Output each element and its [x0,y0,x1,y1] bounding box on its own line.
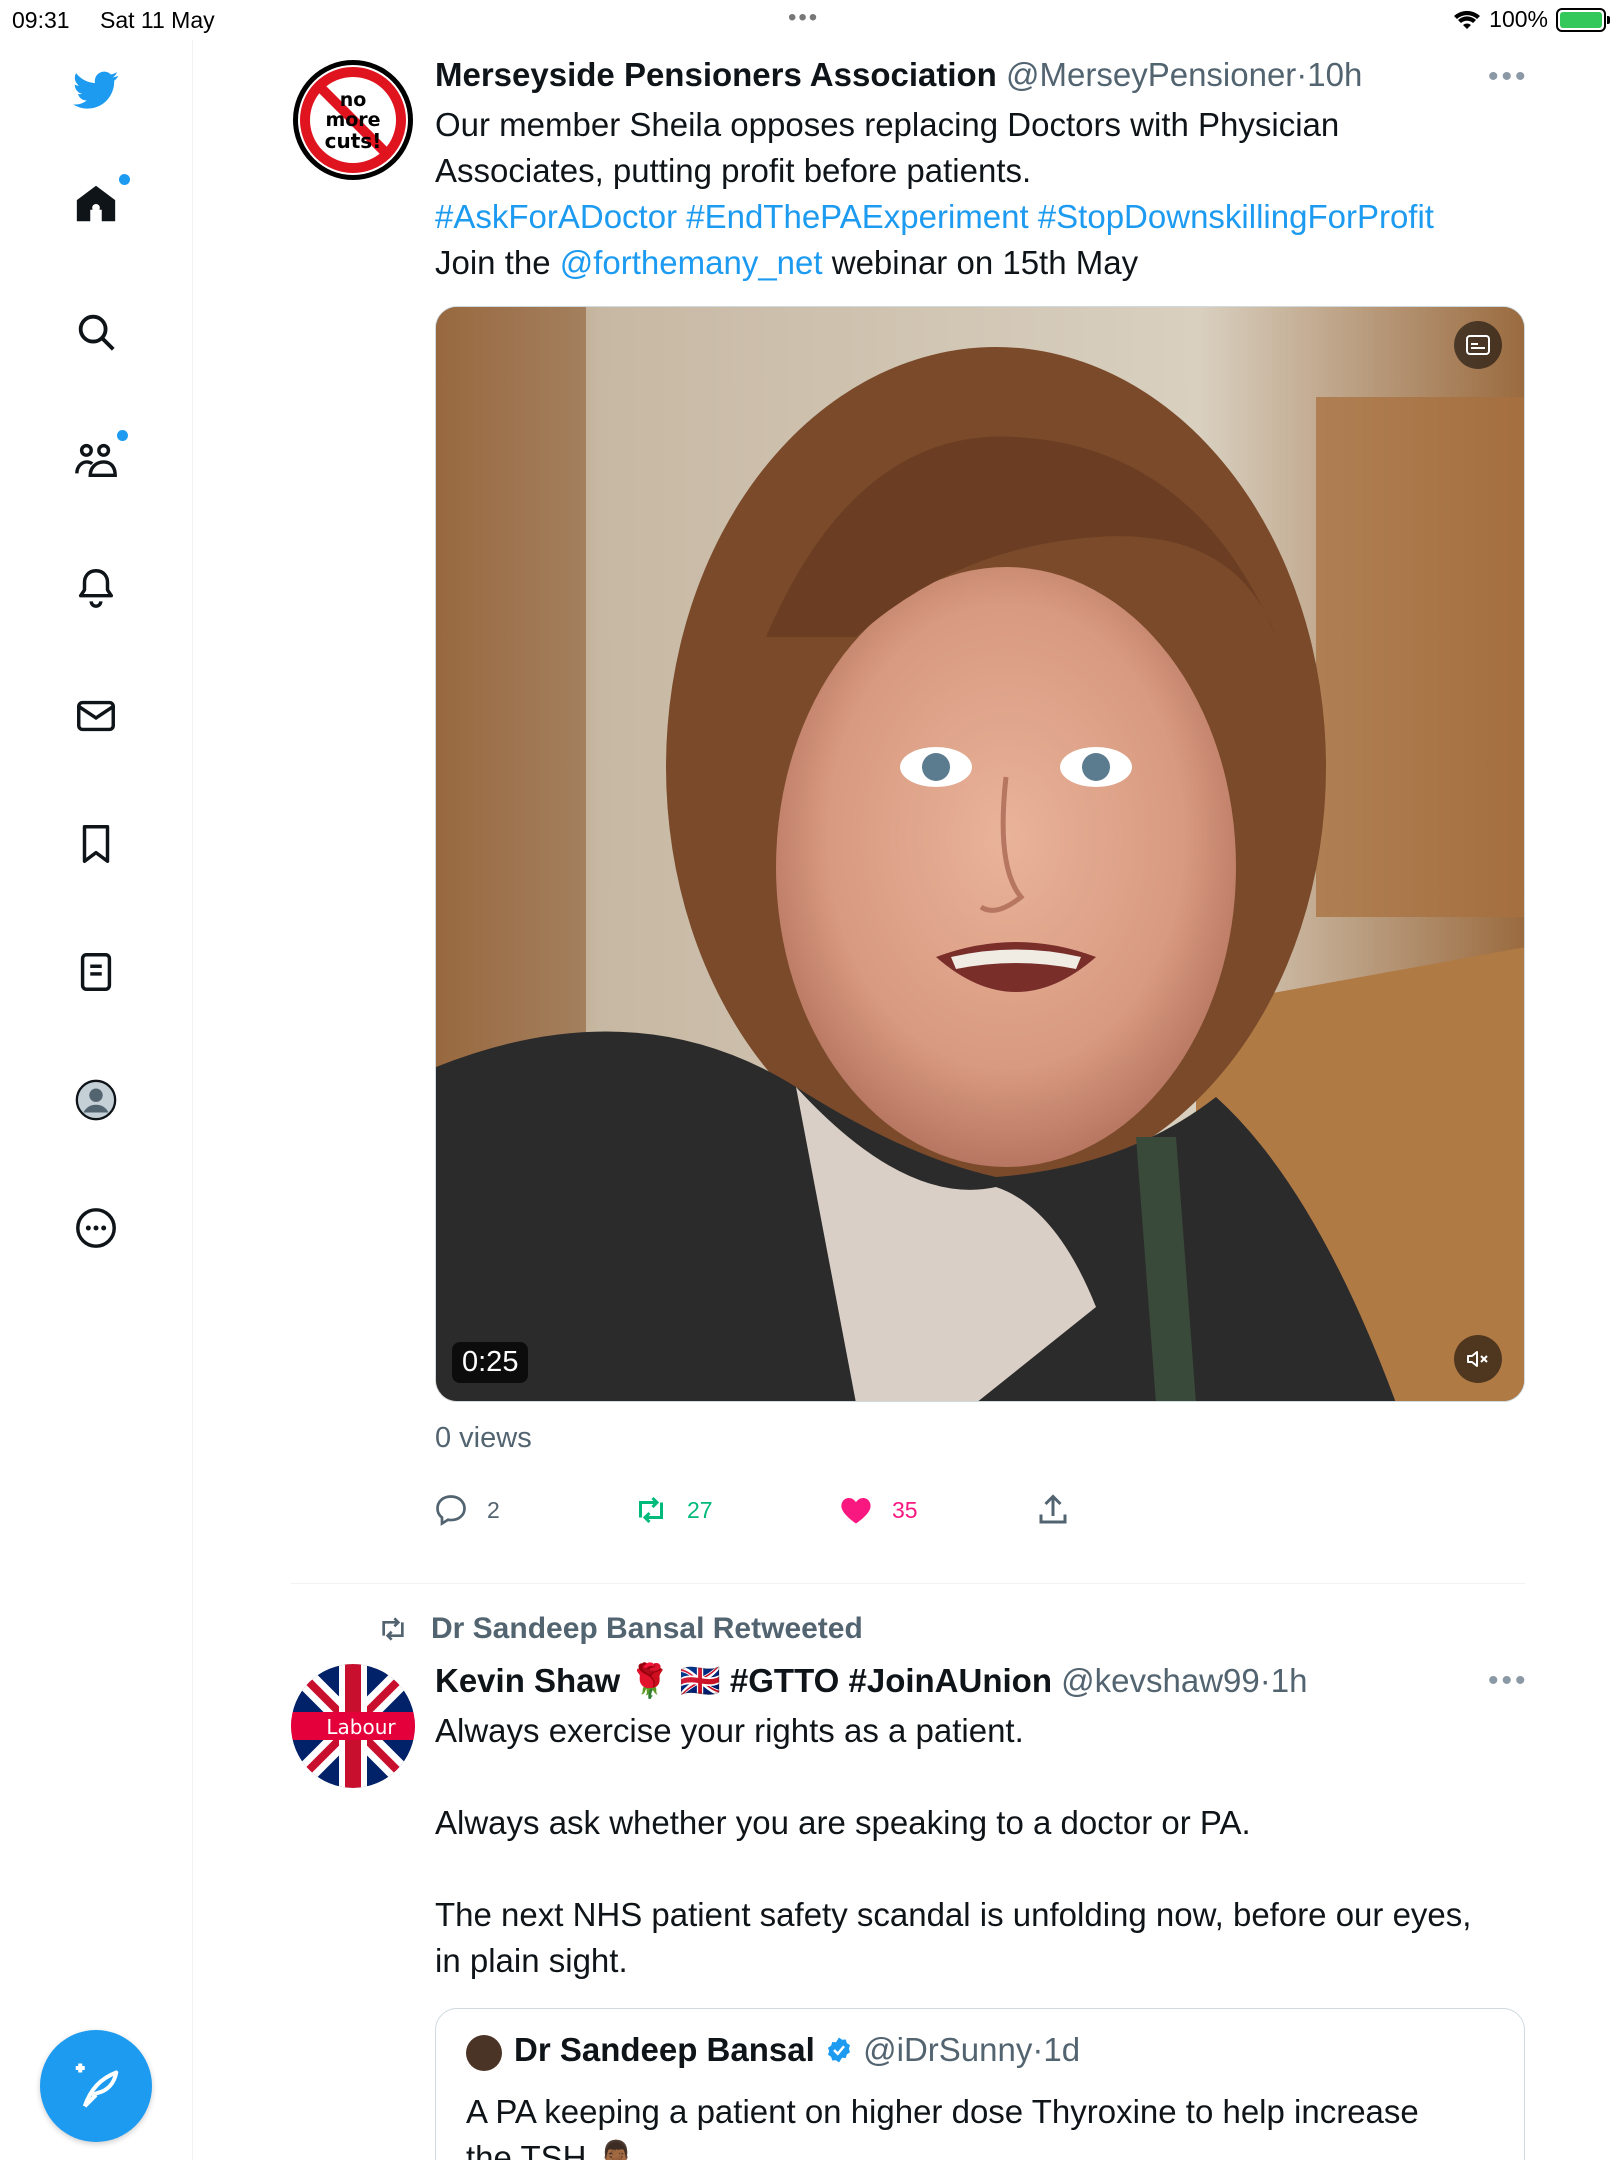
reply-icon [436,1495,466,1526]
tweet-hashtags[interactable]: #AskForADoctor #EndThePAExperiment #Stop… [435,194,1535,240]
nav-home[interactable] [60,168,132,240]
quoted-author-avatar [466,2035,502,2071]
nav-bookmarks[interactable] [60,808,132,880]
separator-dot: · [1296,56,1308,93]
tweet-author-avatar[interactable]: Labour [291,1664,415,1788]
quoted-tweet-header: Dr Sandeep Bansal @iDrSunny·1d [514,2031,1080,2069]
mention-link[interactable]: @forthemany_net [560,244,823,281]
tweet-header: Kevin Shaw 🌹 🇬🇧 #GTTO #JoinAUnion @kevsh… [435,1662,1307,1701]
captions-toggle-icon[interactable] [1454,321,1502,369]
twitter-logo-icon[interactable] [60,54,132,126]
tweet-text-line: the TSH 🤦🏾‍♂️ [466,2139,637,2160]
avatar-text-cuts: cuts! [325,129,382,153]
avatar-text-more: more [325,109,380,131]
separator-dot: · [1259,1662,1271,1699]
nav-profile[interactable] [60,1064,132,1136]
sidebar-nav [0,40,193,2160]
multitasking-dots-icon[interactable]: ••• [788,4,819,32]
retweeted-by-text: Dr Sandeep Bansal Retweeted [431,1612,863,1645]
quoted-tweet[interactable]: Dr Sandeep Bansal @iDrSunny·1d A PA keep… [435,2008,1525,2160]
retweet-icon [639,1496,663,1524]
retweeted-by-line[interactable]: Dr Sandeep Bansal Retweeted [373,1612,863,1646]
avatar-text-no: no [340,89,367,111]
profile-avatar-icon [75,1079,117,1121]
tweet-text-line: Always ask whether you are speaking to a… [435,1804,1251,1841]
tweet-header: Merseyside Pensioners Association @Merse… [435,56,1362,94]
communities-icon [75,443,117,478]
retweet-small-icon [382,1617,404,1641]
like-count: 35 [892,1496,918,1523]
like-action[interactable]: 35 [838,1492,918,1528]
bell-icon [78,569,114,608]
video-frame-image [436,307,1524,1401]
bookmark-icon [82,825,110,863]
share-icon [1039,1494,1067,1524]
tweet-time[interactable]: 10h [1307,56,1362,93]
timeline-feed: no more cuts! Merseyside Pensioners Asso… [193,40,1620,2160]
tweet-time[interactable]: 1h [1271,1662,1308,1699]
mute-toggle-icon[interactable] [1454,1335,1502,1383]
nav-messages[interactable] [60,680,132,752]
communities-notification-dot [117,430,128,441]
tweet-text-line: Always exercise your rights as a patient… [435,1712,1024,1749]
tweet-author-avatar[interactable]: no more cuts! [291,58,415,182]
avatar-labour-text: Labour [326,1715,396,1739]
nav-more[interactable] [60,1192,132,1264]
tweet-text-line: Our member Sheila opposes replacing Doct… [435,106,1340,143]
heart-filled-icon [841,1498,871,1524]
status-right: 100% [1453,6,1610,33]
tweet-more-options-icon[interactable]: ••• [1488,60,1529,94]
retweet-action[interactable]: 27 [633,1492,713,1528]
author-handle[interactable]: @kevshaw99 [1061,1662,1260,1699]
tweet-text: Always exercise your rights as a patient… [435,1708,1535,1984]
join-post: webinar on 15th May [822,244,1139,281]
verified-badge-icon [827,2037,850,2063]
feather-plus-icon [75,2063,119,2108]
tweet-text: Our member Sheila opposes replacing Doct… [435,102,1535,286]
author-name[interactable]: Merseyside Pensioners Association [435,56,997,93]
lists-icon [80,953,112,991]
battery-percent: 100% [1489,6,1548,32]
envelope-icon [77,700,115,732]
quoted-author-name: Dr Sandeep Bansal [514,2031,815,2068]
separator-dot: · [1032,2031,1044,2068]
more-circle-icon [76,1208,116,1248]
tweet-more-options-icon[interactable]: ••• [1488,1664,1529,1698]
quoted-tweet-time: 1d [1043,2031,1081,2068]
wifi-icon [1454,10,1481,29]
status-time: 09:31 [12,7,70,33]
quoted-author-handle: @iDrSunny [863,2031,1033,2068]
view-count: 0 views [435,1422,532,1454]
status-bar: 09:31 Sat 11 May ••• 100% [0,0,1620,40]
author-handle[interactable]: @MerseyPensioner [1006,56,1296,93]
author-name[interactable]: Kevin Shaw 🌹 🇬🇧 #GTTO #JoinAUnion [435,1662,1052,1699]
tweet-text-line: Associates, putting profit before patien… [435,152,1032,189]
tweet-divider [291,1583,1525,1584]
reply-action[interactable]: 2 [433,1492,500,1528]
status-date: Sat 11 May [100,7,215,33]
nav-lists[interactable] [60,936,132,1008]
share-action[interactable] [1035,1492,1071,1528]
tweet-text-line: in plain sight. [435,1942,628,1979]
battery-icon [1556,7,1610,32]
home-icon [76,185,116,222]
join-pre: Join the [435,244,560,281]
tweet-text-line: A PA keeping a patient on higher dose Th… [466,2093,1419,2130]
retweet-count: 27 [687,1496,713,1523]
nav-notifications[interactable] [60,552,132,624]
compose-tweet-button[interactable] [40,2030,152,2142]
search-icon [78,314,115,351]
video-duration: 0:25 [452,1342,529,1383]
home-notification-dot [119,174,130,185]
quoted-tweet-text: A PA keeping a patient on higher dose Th… [466,2089,1506,2160]
tweet-text-line: The next NHS patient safety scandal is u… [435,1896,1472,1933]
tweet-text-line: Join the @forthemany_net webinar on 15th… [435,240,1535,286]
nav-explore[interactable] [60,296,132,368]
tweet-video[interactable]: 0:25 [435,306,1525,1402]
reply-count: 2 [487,1496,500,1523]
nav-communities[interactable] [60,424,132,496]
